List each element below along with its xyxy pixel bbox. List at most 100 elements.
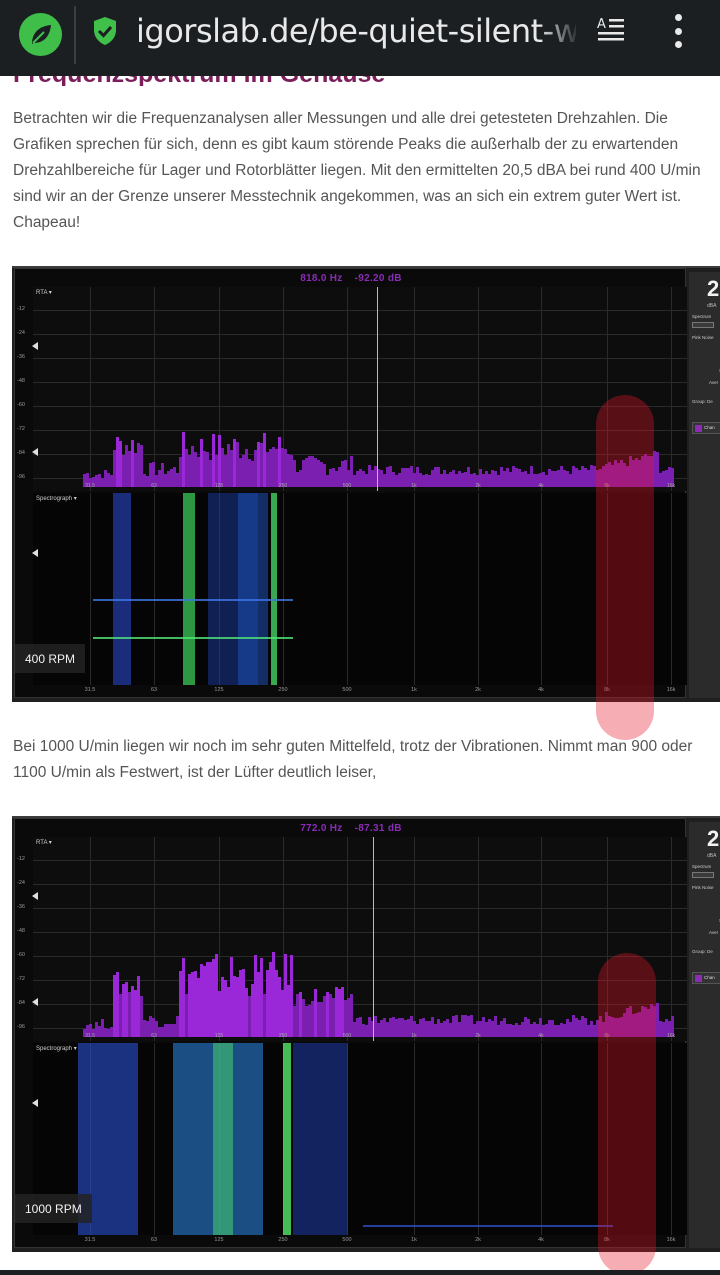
y-tick-label: -96 xyxy=(17,474,25,480)
y-tick-label: -48 xyxy=(17,378,25,384)
x-axis-ticks: 31.5 63 125 250 500 1k 2k 4k 8k 16k xyxy=(33,687,687,697)
rpm-label: 1000 RPM xyxy=(15,1194,92,1223)
rta-x-axis-ticks: 31.5 63 125 250 500 1k 2k 4k 8k 16k xyxy=(33,1033,687,1041)
y-tick-label: -72 xyxy=(17,976,25,982)
x-tick-label: 500 xyxy=(342,1033,352,1039)
range-handle[interactable] xyxy=(32,342,38,350)
x-tick-label: 125 xyxy=(214,1033,224,1039)
x-tick-label: 2k xyxy=(475,1033,481,1039)
cursor-line[interactable] xyxy=(377,287,378,491)
x-tick-label: 500 xyxy=(342,483,352,489)
x-tick-label: 125 xyxy=(214,687,224,693)
grid-line xyxy=(33,334,687,335)
rpm-label: 400 RPM xyxy=(15,644,86,673)
grid-line xyxy=(671,1043,672,1235)
x-tick-label: 1k xyxy=(411,1033,417,1039)
rta-label[interactable]: RTA ▾ xyxy=(36,289,52,296)
pink-noise-label[interactable]: Pink Noise xyxy=(692,335,714,340)
grid-line xyxy=(541,1043,542,1235)
average-label: Aver xyxy=(709,930,719,935)
level-unit: dBA xyxy=(707,853,717,859)
x-tick-label: 63 xyxy=(150,687,158,693)
url-bar[interactable]: igorslab.de/be-quiet-silent-wings xyxy=(136,12,576,52)
spectrograph-band xyxy=(283,1043,291,1235)
rta-bars xyxy=(33,887,687,1037)
grid-line xyxy=(347,493,348,685)
spectrograph-label[interactable]: Spectrograph ▾ xyxy=(36,1045,77,1052)
grid-line xyxy=(478,1043,479,1235)
analyzer-main-view: 772.0 Hz -87.31 dB -12 -24 -36 -48 -60 -72 -84-… xyxy=(14,818,687,1248)
x-tick-label: 125 xyxy=(214,1237,224,1243)
y-tick-label: -12 xyxy=(17,856,25,862)
grid-line xyxy=(33,884,687,885)
spectrograph-label[interactable]: Spectrograph ▾ xyxy=(36,495,77,502)
x-tick-label: 2k xyxy=(475,1237,481,1243)
grid-line xyxy=(414,1043,415,1235)
spectrograph-band xyxy=(113,493,131,685)
x-tick-label: 16k xyxy=(666,1237,676,1243)
url-fade xyxy=(540,8,580,56)
spectrum-toggle-button[interactable] xyxy=(692,872,714,878)
spectrograph-band xyxy=(183,493,195,685)
y-tick-label: -60 xyxy=(17,402,25,408)
shield-check-icon[interactable] xyxy=(92,16,118,46)
pink-noise-label[interactable]: Pink Noise xyxy=(692,885,714,890)
x-tick-label: 1k xyxy=(411,687,417,693)
analyzer-side-panel: 2 dBA Spectrum Pink Noise S Aver Group: … xyxy=(689,272,720,698)
y-tick-label: -24 xyxy=(17,880,25,886)
grid-line xyxy=(541,493,542,685)
spectrograph-band xyxy=(271,493,277,685)
grid-line xyxy=(414,493,415,685)
y-tick-label: -84 xyxy=(17,450,25,456)
channel-chip[interactable]: Chan xyxy=(692,422,720,434)
x-tick-label: 63 xyxy=(150,1237,158,1243)
svg-text:A: A xyxy=(597,17,606,32)
y-tick-label: -36 xyxy=(17,904,25,910)
x-tick-label: 16k xyxy=(666,1033,676,1039)
x-tick-label: 31.5 xyxy=(85,1033,95,1039)
range-handle[interactable] xyxy=(32,998,38,1006)
x-tick-label: 4k xyxy=(538,483,544,489)
spectrograph-plot: Spectrograph ▾ xyxy=(33,1043,687,1235)
reader-mode-icon[interactable]: A xyxy=(596,16,626,46)
red-highlighter-mark xyxy=(598,953,656,1275)
grid-line xyxy=(33,310,687,311)
range-handle[interactable] xyxy=(32,1099,38,1107)
rta-bars xyxy=(33,337,687,487)
group-label: Group: De xyxy=(692,949,713,954)
rta-plot: RTA ▾ xyxy=(33,287,687,491)
level-unit: dBA xyxy=(707,303,717,309)
analyzer-side-panel: 2 dBA Spectrum Pink Noise S Aver Group: … xyxy=(689,822,720,1248)
browser-toolbar: igorslab.de/be-quiet-silent-wings A xyxy=(0,0,720,76)
x-tick-label: 500 xyxy=(342,1237,352,1243)
grid-line xyxy=(671,493,672,685)
range-handle[interactable] xyxy=(32,549,38,557)
analyzer-main-view: 818.0 Hz -92.20 dB -12 -24 -36 -48 -60 -72 -84-… xyxy=(14,268,687,698)
x-tick-label: 63 xyxy=(151,1033,157,1039)
x-tick-label: 31.5 xyxy=(84,687,96,693)
y-tick-label: -72 xyxy=(17,426,25,432)
x-tick-label: 250 xyxy=(278,687,288,693)
spectrograph-band xyxy=(293,1043,348,1235)
leaf-icon[interactable] xyxy=(19,13,62,56)
average-label: Aver xyxy=(709,380,719,385)
x-tick-label: 250 xyxy=(278,1237,288,1243)
y-tick-label: -60 xyxy=(17,952,25,958)
range-handle[interactable] xyxy=(32,448,38,456)
spectrograph-plot: Spectrograph ▾ xyxy=(33,493,687,685)
spectrum-toggle-button[interactable] xyxy=(692,322,714,328)
group-label: Group: De xyxy=(692,399,713,404)
y-tick-label: -84 xyxy=(17,1000,25,1006)
rta-label[interactable]: RTA ▾ xyxy=(36,839,52,846)
x-tick-label: 2k xyxy=(475,687,481,693)
range-handle[interactable] xyxy=(32,892,38,900)
x-tick-label: 16k xyxy=(666,483,676,489)
more-vert-icon[interactable] xyxy=(670,14,686,48)
x-tick-label: 1k xyxy=(411,483,417,489)
spectrograph-band xyxy=(213,1043,233,1235)
x-tick-label: 4k xyxy=(538,1237,544,1243)
y-tick-label: -36 xyxy=(17,354,25,360)
channel-chip[interactable]: Chan xyxy=(692,972,720,984)
spectrum-label: Spectrum xyxy=(692,864,712,869)
cursor-line[interactable] xyxy=(373,837,374,1041)
